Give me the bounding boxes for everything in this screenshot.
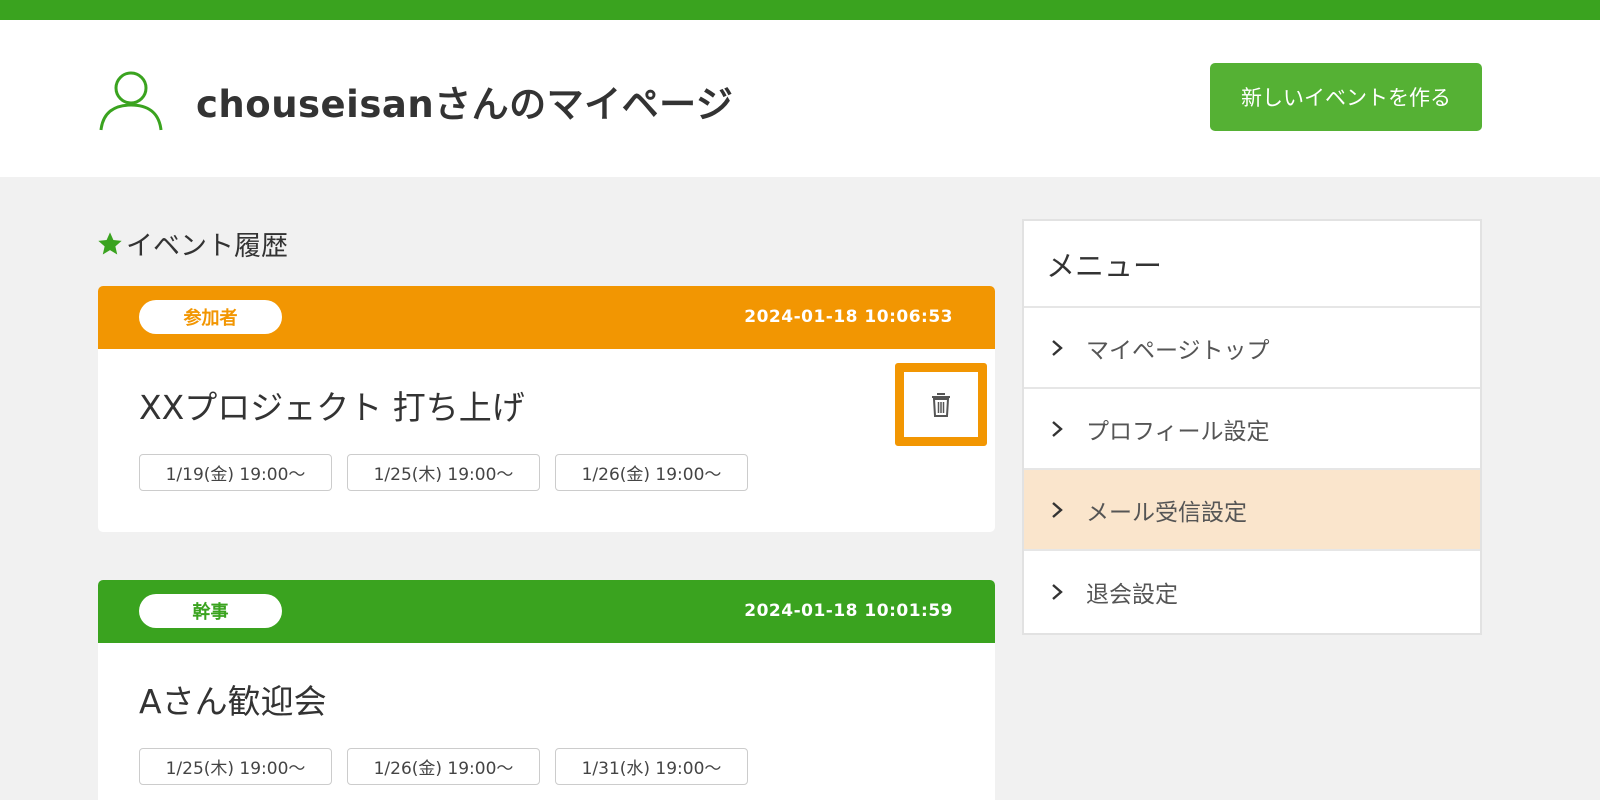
date-chip: 1/26(金) 19:00〜 — [555, 454, 748, 491]
menu-item-withdraw-settings[interactable]: 退会設定 — [1024, 551, 1480, 633]
chevron-right-icon — [1052, 501, 1063, 518]
chevron-right-icon — [1052, 584, 1063, 600]
event-card[interactable]: 参加者 2024-01-18 10:06:53 XXプロジェクト 打ち上げ 1/… — [98, 286, 995, 532]
page-title: chouseisanさんのマイページ — [196, 83, 734, 126]
menu-item-label: マイページトップ — [1086, 337, 1270, 364]
user-icon — [99, 71, 163, 131]
event-card[interactable]: 幹事 2024-01-18 10:01:59 Aさん歓迎会 1/25(木) 19… — [98, 580, 995, 800]
menu-item-mypage-top[interactable]: マイページトップ — [1024, 308, 1480, 389]
menu-item-mail-settings[interactable]: メール受信設定 — [1024, 470, 1480, 551]
chevron-right-icon — [1052, 339, 1063, 356]
event-card-body: Aさん歓迎会 1/25(木) 19:00〜 1/26(金) 19:00〜 1/3… — [98, 643, 995, 800]
new-event-button[interactable]: 新しいイベントを作る — [1210, 63, 1482, 131]
candidate-dates: 1/19(金) 19:00〜 1/25(木) 19:00〜 1/26(金) 19… — [139, 454, 748, 491]
event-card-header: 参加者 2024-01-18 10:06:53 — [98, 286, 995, 349]
event-timestamp: 2024-01-18 10:01:59 — [744, 601, 953, 621]
event-title[interactable]: XXプロジェクト 打ち上げ — [139, 381, 525, 429]
delete-button[interactable] — [895, 363, 987, 446]
date-chip: 1/31(水) 19:00〜 — [555, 748, 748, 785]
section-title-text: イベント履歴 — [126, 231, 288, 262]
event-card-body: XXプロジェクト 打ち上げ 1/19(金) 19:00〜 1/25(木) 19:… — [98, 349, 995, 532]
menu-title: メニュー — [1024, 221, 1480, 308]
role-badge: 参加者 — [139, 300, 282, 334]
section-title: イベント履歴 — [96, 224, 288, 263]
top-bar — [0, 0, 1600, 20]
event-title[interactable]: Aさん歓迎会 — [139, 675, 327, 723]
event-card-header: 幹事 2024-01-18 10:01:59 — [98, 580, 995, 643]
date-chip: 1/25(木) 19:00〜 — [347, 454, 540, 491]
menu-item-label: メール受信設定 — [1086, 499, 1247, 526]
chevron-right-icon — [1052, 420, 1063, 437]
menu-item-profile-settings[interactable]: プロフィール設定 — [1024, 389, 1480, 470]
date-chip: 1/19(金) 19:00〜 — [139, 454, 332, 491]
menu-item-label: 退会設定 — [1086, 582, 1178, 608]
trash-icon — [932, 392, 950, 417]
date-chip: 1/26(金) 19:00〜 — [347, 748, 540, 785]
date-chip: 1/25(木) 19:00〜 — [139, 748, 332, 785]
star-icon — [98, 231, 122, 254]
event-timestamp: 2024-01-18 10:06:53 — [744, 307, 953, 327]
role-badge: 幹事 — [139, 594, 282, 628]
page-header: chouseisanさんのマイページ 新しいイベントを作る — [0, 20, 1600, 177]
candidate-dates: 1/25(木) 19:00〜 1/26(金) 19:00〜 1/31(水) 19… — [139, 748, 748, 785]
menu-item-label: プロフィール設定 — [1086, 418, 1270, 445]
side-menu: メニュー マイページトップ プロフィール設定 メール受信設定 退会設定 — [1022, 219, 1482, 635]
